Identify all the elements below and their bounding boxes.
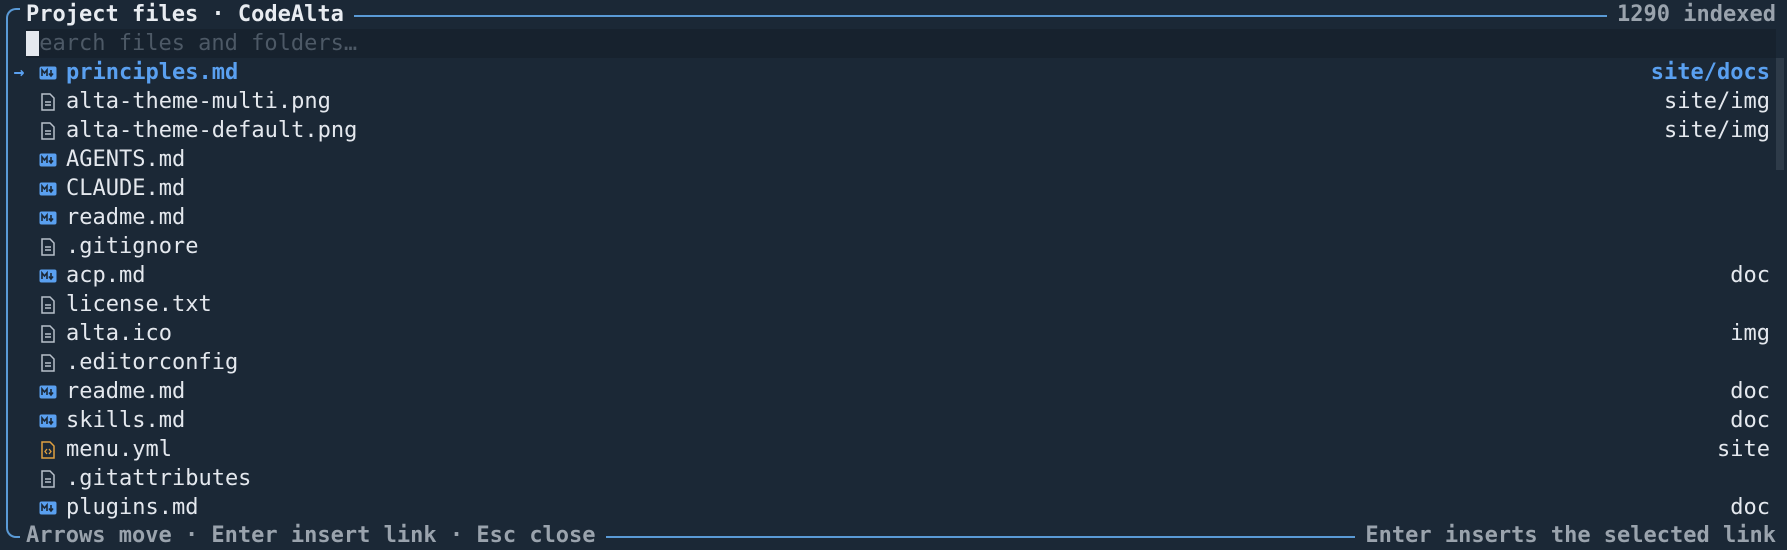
file-list-item[interactable]: .gitignore	[12, 232, 1770, 261]
code-file-icon	[38, 439, 58, 461]
file-icon	[38, 323, 58, 345]
header-divider	[353, 14, 1608, 17]
file-directory: doc	[1730, 495, 1770, 520]
file-list[interactable]: → principles.md site/docs alta-theme-multi.…	[12, 58, 1770, 521]
markdown-icon	[38, 265, 58, 287]
file-directory: site/img	[1664, 118, 1770, 143]
markdown-icon	[38, 497, 58, 519]
file-list-item[interactable]: alta-theme-default.png site/img	[12, 116, 1770, 145]
file-list-item[interactable]: menu.yml site	[12, 435, 1770, 464]
file-name: .gitattributes	[66, 466, 252, 491]
file-list-item[interactable]: → principles.md site/docs	[12, 58, 1770, 87]
project-files-panel: Project files · CodeAlta 1290 indexed → p…	[6, 0, 1784, 549]
file-list-item[interactable]: CLAUDE.md	[12, 174, 1770, 203]
file-directory: site	[1717, 437, 1770, 462]
file-list-item[interactable]: AGENTS.md	[12, 145, 1770, 174]
footer-divider	[605, 535, 1356, 538]
file-name: alta-theme-multi.png	[66, 89, 331, 114]
file-name: CLAUDE.md	[66, 176, 186, 201]
scrollbar-thumb[interactable]	[1776, 58, 1784, 170]
file-directory: img	[1730, 321, 1770, 346]
markdown-icon	[38, 207, 58, 229]
footer-help-text: Enter inserts the selected link	[1365, 523, 1776, 548]
indexed-count: 1290 indexed	[1617, 2, 1776, 27]
file-name: AGENTS.md	[66, 147, 186, 172]
file-name: skills.md	[66, 408, 186, 433]
frame-corner-bottom-left	[6, 524, 20, 538]
keyboard-hints: Arrows move · Enter insert link · Esc cl…	[26, 523, 596, 548]
file-name: principles.md	[66, 60, 239, 85]
frame-left-edge	[6, 20, 8, 524]
markdown-icon	[38, 178, 58, 200]
file-name: readme.md	[66, 379, 186, 404]
file-icon	[38, 294, 58, 316]
file-directory: doc	[1730, 379, 1770, 404]
selection-arrow-icon: →	[13, 62, 25, 83]
panel-title: Project files · CodeAlta	[26, 2, 344, 27]
text-cursor	[26, 31, 39, 56]
search-bar[interactable]	[26, 29, 1776, 58]
file-name: readme.md	[66, 205, 186, 230]
file-list-item[interactable]: readme.md doc	[12, 377, 1770, 406]
file-icon	[38, 91, 58, 113]
file-list-item[interactable]: alta.ico img	[12, 319, 1770, 348]
panel-footer: Arrows move · Enter insert link · Esc cl…	[26, 521, 1776, 550]
panel-header: Project files · CodeAlta 1290 indexed	[26, 0, 1776, 29]
file-directory: site/img	[1664, 89, 1770, 114]
file-list-item[interactable]: .editorconfig	[12, 348, 1770, 377]
markdown-icon	[38, 62, 58, 84]
frame-corner-top-left	[6, 8, 20, 22]
file-icon	[38, 468, 58, 490]
markdown-icon	[38, 381, 58, 403]
file-list-item[interactable]: plugins.md doc	[12, 493, 1770, 521]
file-name: alta.ico	[66, 321, 172, 346]
file-icon	[38, 352, 58, 374]
file-list-item[interactable]: alta-theme-multi.png site/img	[12, 87, 1770, 116]
search-input[interactable]	[26, 31, 1776, 56]
file-list-item[interactable]: acp.md doc	[12, 261, 1770, 290]
file-directory: site/docs	[1650, 60, 1770, 85]
file-name: license.txt	[66, 292, 212, 317]
file-name: .editorconfig	[66, 350, 239, 375]
file-icon	[38, 120, 58, 142]
file-list-item[interactable]: skills.md doc	[12, 406, 1770, 435]
markdown-icon	[38, 410, 58, 432]
file-directory: doc	[1730, 408, 1770, 433]
file-list-item[interactable]: .gitattributes	[12, 464, 1770, 493]
scrollbar[interactable]	[1776, 58, 1784, 521]
file-list-item[interactable]: readme.md	[12, 203, 1770, 232]
file-name: .gitignore	[66, 234, 199, 259]
file-list-item[interactable]: license.txt	[12, 290, 1770, 319]
file-directory: doc	[1730, 263, 1770, 288]
file-name: plugins.md	[66, 495, 199, 520]
markdown-icon	[38, 149, 58, 171]
file-name: alta-theme-default.png	[66, 118, 358, 143]
file-name: acp.md	[66, 263, 146, 288]
file-name: menu.yml	[66, 437, 172, 462]
file-icon	[38, 236, 58, 258]
